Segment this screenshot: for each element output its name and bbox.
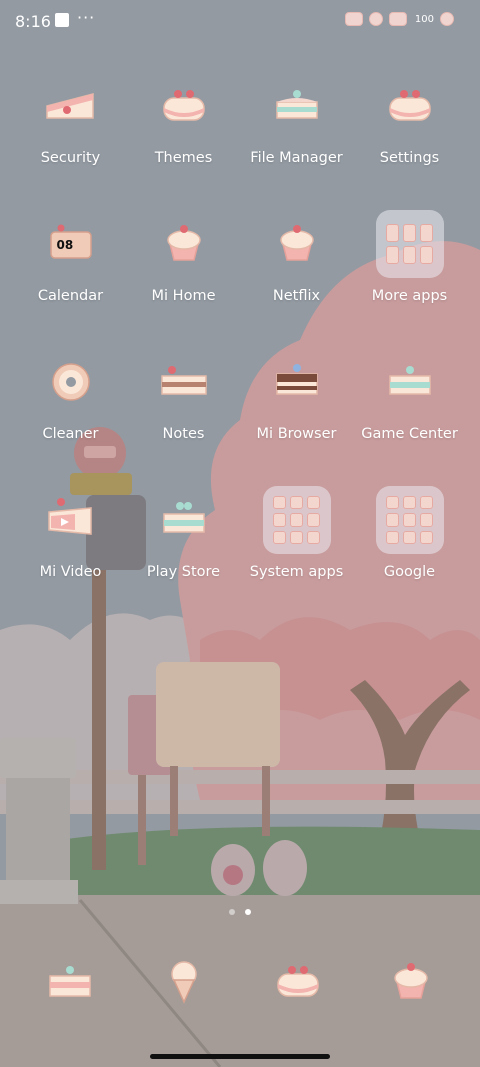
cake-slice-icon	[376, 348, 444, 416]
wifi-icon	[368, 12, 383, 26]
app-label: Play Store	[146, 564, 221, 580]
app-cleaner[interactable]: Cleaner	[14, 348, 127, 442]
page-indicator	[0, 909, 480, 915]
app-label: Mi Browser	[256, 426, 337, 442]
chocolate-cake-icon	[263, 348, 331, 416]
app-file-manager[interactable]: File Manager	[240, 72, 353, 166]
dock-app-1[interactable]	[36, 948, 104, 1016]
app-netflix[interactable]: Netflix	[240, 210, 353, 304]
cupcake-icon	[394, 963, 428, 999]
app-label: Netflix	[272, 288, 321, 304]
app-label: Calendar	[37, 288, 104, 304]
app-label: Mi Video	[39, 564, 102, 580]
video-cake-icon	[37, 486, 105, 554]
app-themes[interactable]: Themes	[127, 72, 240, 166]
cake-slice-icon	[150, 348, 218, 416]
folder-more-apps[interactable]: More apps	[353, 210, 466, 304]
dock-app-2[interactable]	[150, 948, 218, 1016]
calendar-date: 08	[56, 238, 74, 252]
more-notifications-icon: ···	[77, 8, 96, 27]
blueberry-cake-icon	[263, 72, 331, 140]
app-label: More apps	[371, 288, 448, 304]
dock-app-4[interactable]	[377, 948, 445, 1016]
vpn-icon	[388, 12, 407, 26]
folder-icon	[262, 486, 331, 554]
app-mi-video[interactable]: Mi Video	[14, 486, 127, 580]
app-calendar[interactable]: 08 Calendar	[14, 210, 127, 304]
dock-app-3[interactable]	[264, 948, 332, 1016]
app-label: Themes	[154, 150, 213, 166]
battery-level: 100	[414, 13, 434, 25]
app-label: Cleaner	[42, 426, 99, 442]
gesture-handle[interactable]	[150, 1054, 330, 1059]
app-play-store[interactable]: Play Store	[127, 486, 240, 580]
donut-icon	[37, 348, 105, 416]
page-dot-active[interactable]	[245, 909, 251, 915]
app-settings[interactable]: Settings	[353, 72, 466, 166]
cupcake-icon	[263, 210, 331, 278]
app-mi-home[interactable]: Mi Home	[127, 210, 240, 304]
page-dot[interactable]	[229, 909, 235, 915]
battery-icon	[440, 12, 454, 26]
status-icons: 100	[344, 12, 454, 26]
app-label: File Manager	[250, 150, 343, 166]
app-label: Security	[40, 150, 101, 166]
cupcake-icon	[150, 210, 218, 278]
folder-icon	[375, 210, 444, 278]
app-label: Mi Home	[151, 288, 216, 304]
app-notes[interactable]: Notes	[127, 348, 240, 442]
folder-icon	[375, 486, 444, 554]
cake-slice-icon	[49, 966, 91, 997]
folder-google[interactable]: Google	[353, 486, 466, 580]
app-label: System apps	[249, 564, 344, 580]
app-security[interactable]: Security	[14, 72, 127, 166]
signal-icon	[344, 12, 363, 26]
blueberry-cake-icon	[150, 486, 218, 554]
cherry-cake-icon	[150, 72, 218, 140]
folder-system-apps[interactable]: System apps	[240, 486, 353, 580]
ice-cream-icon	[171, 961, 197, 1004]
cake-slice-icon	[37, 72, 105, 140]
cherry-cake-icon	[277, 966, 319, 997]
status-bar: 8:16 ··· 100	[0, 0, 480, 44]
cherry-cake-icon	[376, 72, 444, 140]
app-label: Game Center	[361, 426, 458, 442]
app-label: Notes	[162, 426, 205, 442]
app-label: Settings	[379, 150, 440, 166]
notification-icon	[55, 13, 69, 27]
app-mi-browser[interactable]: Mi Browser	[240, 348, 353, 442]
status-time: 8:16	[15, 12, 51, 31]
app-game-center[interactable]: Game Center	[353, 348, 466, 442]
app-label: Google	[383, 564, 436, 580]
calendar-cake-icon: 08	[37, 210, 105, 278]
